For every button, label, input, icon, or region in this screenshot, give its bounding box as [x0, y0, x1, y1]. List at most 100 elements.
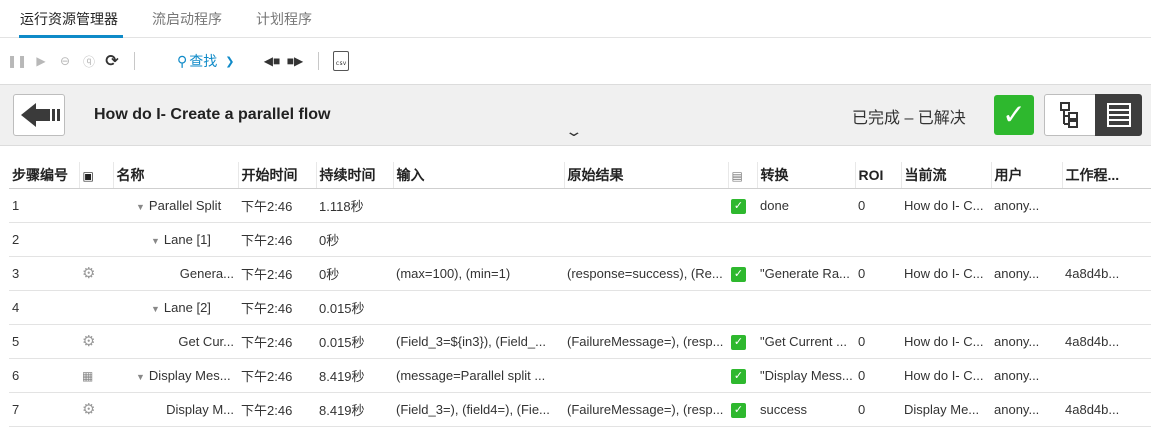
tree-view-button[interactable] [1044, 94, 1096, 136]
column-header-type[interactable]: ▣ [79, 162, 114, 189]
input [393, 290, 564, 325]
find-label: 查找 [189, 53, 218, 69]
expand-chevron-icon[interactable]: ⌄ [564, 123, 583, 140]
column-header-current-flow[interactable]: 当前流 [901, 162, 992, 189]
resume-icon[interactable]: ▶ [32, 52, 50, 70]
step-number: 4 [9, 290, 79, 325]
start-time: 下午2:46 [238, 290, 316, 325]
gear-icon: ⚙ [82, 265, 96, 282]
roi: 0 [855, 358, 901, 393]
duration: 0.015秒 [316, 290, 393, 325]
cancel-icon[interactable]: ⊖ [56, 52, 74, 70]
table-row[interactable]: 5 ⚙ Get Cur... 下午2:46 0.015秒 (Field_3=${… [9, 324, 1151, 359]
previous-arrow-icon[interactable]: ◀■ [263, 52, 281, 70]
success-check-icon: ✓ [731, 368, 746, 384]
step-number: 3 [9, 256, 79, 291]
column-header-input[interactable]: 输入 [393, 162, 565, 189]
roi: 0 [855, 324, 901, 359]
transition: done [757, 188, 855, 223]
tree-view-icon [1060, 102, 1078, 128]
list-view-button[interactable] [1095, 94, 1142, 136]
table-row[interactable]: 7 ⚙ Display M... 下午2:46 8.419秒 (Field_3=… [9, 392, 1151, 427]
worker [1062, 222, 1151, 257]
column-header-worker[interactable]: 工作程... [1062, 162, 1151, 189]
column-header-transition[interactable]: 转换 [757, 162, 856, 189]
duration: 8.419秒 [316, 358, 393, 393]
export-csv-icon[interactable]: csv [333, 51, 349, 71]
step-name: Parallel Split [148, 197, 222, 213]
input: (max=100), (min=1) [393, 256, 564, 291]
next-arrow-icon[interactable]: ■▶ [286, 52, 304, 70]
collapse-arrow-icon[interactable]: ▼ [151, 304, 160, 314]
duration: 1.118秒 [316, 188, 393, 223]
table-row[interactable]: 4 ▼ Lane [2] 下午2:46 0.015秒 [9, 290, 1151, 325]
column-header-start[interactable]: 开始时间 [238, 162, 317, 189]
column-header-user[interactable]: 用户 [991, 162, 1063, 189]
user: anony... [991, 188, 1062, 223]
tab-run-explorer[interactable]: 运行资源管理器 [20, 9, 118, 29]
toolbar-divider [318, 52, 319, 70]
worker [1062, 290, 1151, 325]
step-name: Display M... [113, 392, 238, 427]
table-row[interactable]: 2 ▼ Lane [1] 下午2:46 0秒 [9, 222, 1151, 257]
column-header-duration[interactable]: 持续时间 [316, 162, 394, 189]
raw-result [564, 188, 728, 223]
transition: "Display Mess... [757, 358, 855, 393]
table-row[interactable]: 3 ⚙ Genera... 下午2:46 0秒 (max=100), (min=… [9, 256, 1151, 291]
worker [1062, 358, 1151, 393]
column-header-step[interactable]: 步骤编号 [9, 162, 80, 189]
tab-bar: 运行资源管理器 流启动程序 计划程序 [0, 0, 1151, 38]
user: anony... [991, 256, 1062, 291]
table-row[interactable]: 6 ▦ ▼ Display Mes... 下午2:46 8.419秒 (messa… [9, 358, 1151, 393]
duration: 0秒 [316, 256, 393, 291]
user [991, 290, 1062, 325]
collapse-arrow-icon[interactable]: ▼ [151, 236, 160, 246]
raw-result: (FailureMessage=), (resp... [564, 324, 728, 359]
input: (Field_3=), (field4=), (Fie... [393, 392, 564, 427]
roi: 0 [855, 188, 901, 223]
table-row[interactable]: 1 ▼ Parallel Split 下午2:46 1.118秒 ✓ done 0… [9, 188, 1151, 223]
help-icon[interactable]: ⓠ [80, 52, 98, 70]
current-flow [901, 222, 991, 257]
roi [855, 290, 901, 325]
input: (message=Parallel split ... [393, 358, 564, 393]
worker [1062, 188, 1151, 223]
current-flow: How do I- C... [901, 324, 991, 359]
pause-icon[interactable]: ❚❚ [7, 52, 27, 70]
duration: 0.015秒 [316, 324, 393, 359]
current-flow: How do I- C... [901, 188, 991, 223]
column-header-result-icon[interactable]: ▤ [728, 162, 758, 189]
find-button[interactable]: ⚲ 查找 ❯ [177, 51, 234, 71]
transition: success [757, 392, 855, 427]
step-number: 7 [9, 392, 79, 427]
step-name: Get Cur... [113, 324, 238, 359]
raw-result [564, 358, 728, 393]
tab-scheduler[interactable]: 计划程序 [256, 9, 312, 29]
user [991, 222, 1062, 257]
collapse-arrow-icon[interactable]: ▼ [136, 202, 145, 212]
column-header-raw-result[interactable]: 原始结果 [564, 162, 729, 189]
duration: 0秒 [316, 222, 393, 257]
duration: 8.419秒 [316, 392, 393, 427]
collapse-arrow-icon[interactable]: ▼ [136, 372, 145, 382]
raw-result [564, 222, 728, 257]
transition: "Generate Ra... [757, 256, 855, 291]
gear-icon: ⚙ [82, 401, 96, 418]
result-column-icon: ▤ [731, 168, 743, 183]
step-number: 1 [9, 188, 79, 223]
start-time: 下午2:46 [238, 188, 316, 223]
start-time: 下午2:46 [238, 222, 316, 257]
success-check-icon: ✓ [731, 334, 746, 350]
transition: "Get Current ... [757, 324, 855, 359]
worker: 4a8d4b... [1062, 324, 1151, 359]
list-view-icon [1107, 103, 1131, 127]
column-header-name[interactable]: 名称 [113, 162, 239, 189]
chevron-down-icon: ❯ [225, 55, 235, 68]
tab-flow-launcher[interactable]: 流启动程序 [152, 9, 222, 29]
toolbar-divider [134, 52, 135, 70]
refresh-icon[interactable]: ⟳ [103, 52, 121, 70]
column-header-roi[interactable]: ROI [855, 162, 902, 189]
back-button[interactable] [13, 94, 65, 136]
step-name: Lane [2] [163, 299, 211, 315]
step-type-icon: ▣ [82, 168, 94, 183]
